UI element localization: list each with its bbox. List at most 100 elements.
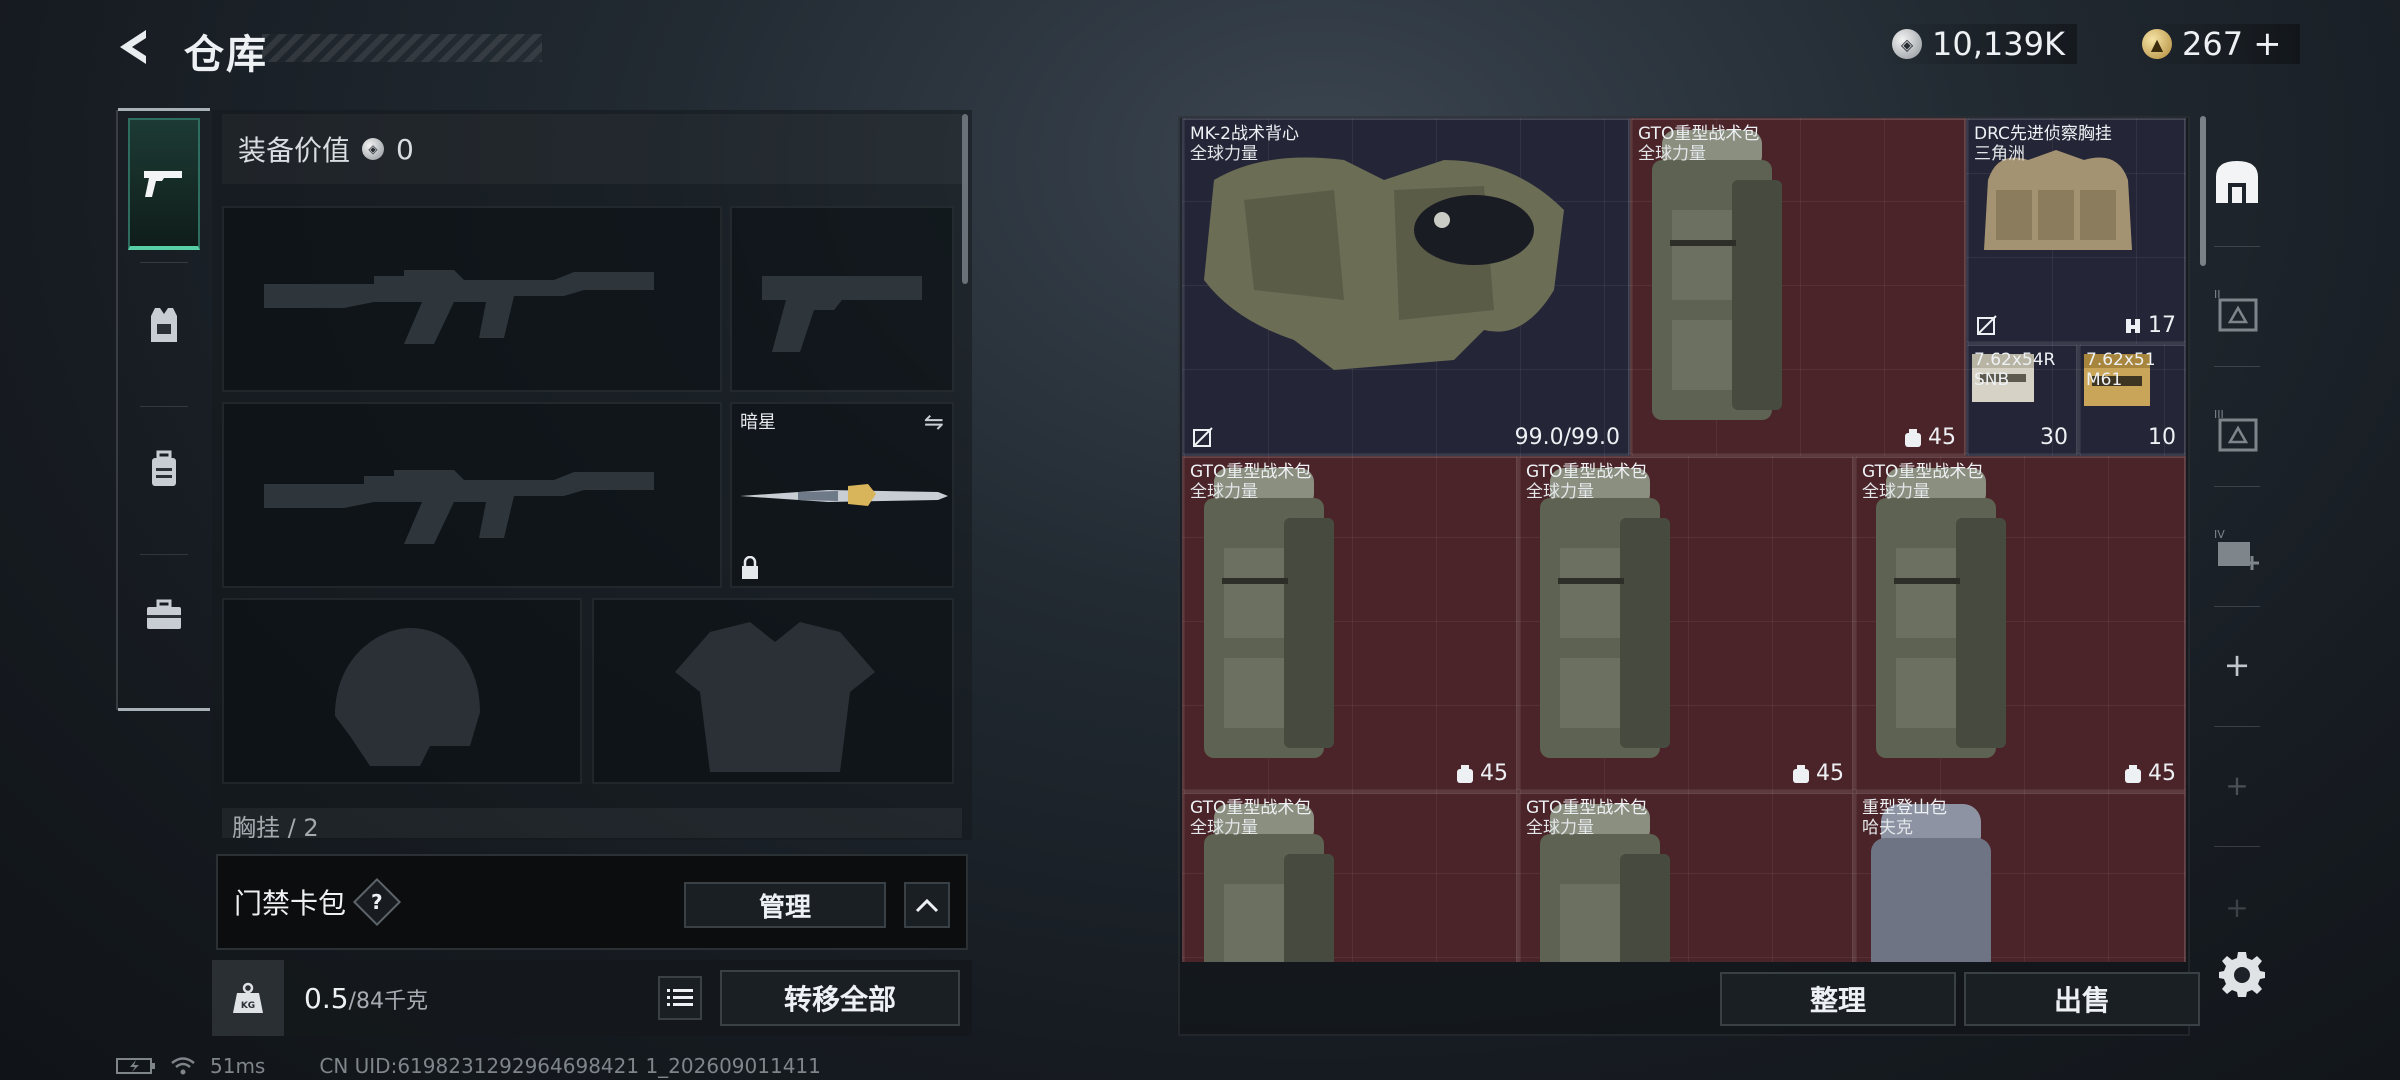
silver-coin-icon: ◈ <box>1892 29 1922 59</box>
chevron-up-icon <box>915 898 939 913</box>
weight-readout: 0.5/84千克 <box>304 982 428 1015</box>
latency-text: 51ms <box>210 1054 266 1078</box>
item-name: GTO重型战术包 <box>1526 462 1648 482</box>
item-name: GTO重型战术包 <box>1526 798 1648 818</box>
backpack-image <box>1876 468 2006 758</box>
back-arrow-icon[interactable] <box>112 24 158 70</box>
swap-icon[interactable]: ⇋ <box>924 408 944 436</box>
rifle-silhouette-icon <box>264 470 654 544</box>
no-trade-icon <box>1193 427 1213 447</box>
stash-tabs-rail: II III IV + + + <box>2200 116 2274 966</box>
item-name: DRC先进侦察胸挂 <box>1974 124 2112 144</box>
no-trade-icon <box>1977 315 1997 335</box>
secondary-weapon-slot[interactable] <box>222 402 722 588</box>
equipment-value-label: 装备价值 <box>238 134 351 167</box>
equipment-scrollbar[interactable] <box>962 114 968 284</box>
stash-grid: MK-2战术背心 全球力量 99.0/99.0 GTO重型战术包 全球力量 45 <box>1182 118 2186 962</box>
item-capacity: 45 <box>1904 425 1956 450</box>
stash-item[interactable]: 重型登山包 哈夫克 <box>1854 792 2186 962</box>
lock-icon <box>742 556 758 579</box>
melee-slot-label: 暗星 <box>740 412 776 433</box>
item-faction: 全球力量 <box>1638 144 1706 164</box>
silver-amount: 10,139K <box>1932 25 2065 63</box>
title-decoration <box>262 34 542 62</box>
category-weapons[interactable] <box>128 118 200 250</box>
item-faction: 全球力量 <box>1526 818 1594 838</box>
pistol-icon <box>144 171 182 197</box>
helmet-slot[interactable] <box>222 598 582 784</box>
armor-slot[interactable] <box>592 598 954 784</box>
stash-item[interactable]: GTO重型战术包 全球力量 45 <box>1518 456 1854 792</box>
item-faction: 全球力量 <box>1526 482 1594 502</box>
primary-weapon-slot[interactable] <box>222 206 722 392</box>
stash-item[interactable]: GTO重型战术包 全球力量 45 <box>1182 456 1518 792</box>
item-faction: 哈夫克 <box>1862 818 1913 838</box>
item-faction: 三角洲 <box>1974 144 2025 164</box>
weight-icon: KG <box>212 960 284 1036</box>
helmet-silhouette-icon <box>335 628 480 766</box>
keycard-label: 门禁卡包 <box>234 887 347 920</box>
status-bar: 51ms CN UID:6198231292964698421 1_202609… <box>116 1054 821 1078</box>
equipment-value-amount: 0 <box>396 132 414 166</box>
item-name: MK-2战术背心 <box>1190 124 1299 144</box>
category-backpack[interactable] <box>128 414 200 524</box>
melee-slot[interactable]: 暗星 ⇋ <box>730 402 954 588</box>
stash-item[interactable]: 7.62x54R SNB 30 <box>1966 344 2078 456</box>
svg-text:KG: KG <box>241 1001 255 1011</box>
add-container-icon: IV <box>2214 528 2259 570</box>
add-stash-button-disabled[interactable]: + <box>2200 730 2274 840</box>
stash-item[interactable]: 7.62x51 M61 10 <box>2078 344 2186 456</box>
item-faction: 全球力量 <box>1190 818 1258 838</box>
item-quantity: 30 <box>2040 425 2068 450</box>
add-stash-button[interactable]: + <box>2200 610 2274 720</box>
item-name: 7.62x54R SNB <box>1974 350 2056 390</box>
item-name: 7.62x51 M61 <box>2086 350 2156 390</box>
stash-tab-main[interactable] <box>2200 126 2274 236</box>
equipment-value: 装备价值 ◈ 0 <box>222 114 962 184</box>
item-capacity: 45 <box>1456 761 1508 786</box>
category-rail <box>116 108 210 711</box>
backpack-image <box>1540 468 1670 758</box>
item-quantity: 10 <box>2148 425 2176 450</box>
settings-gear-icon[interactable] <box>2218 950 2266 998</box>
stash-item[interactable]: MK-2战术背心 全球力量 99.0/99.0 <box>1182 118 1630 456</box>
stash-tab-3[interactable]: III <box>2200 374 2274 484</box>
item-capacity: 45 <box>2124 761 2176 786</box>
sell-button[interactable]: 出售 <box>1964 972 2200 1026</box>
category-case[interactable] <box>128 560 200 670</box>
stash-item[interactable]: GTO重型战术包 全球力量 45 <box>1854 456 2186 792</box>
locked-container-icon: II <box>2214 288 2258 332</box>
sort-button[interactable]: 整理 <box>1720 972 1956 1026</box>
weight-bar: KG 0.5/84千克 转移全部 <box>212 960 972 1036</box>
armor-vest-icon <box>151 308 177 342</box>
manage-button[interactable]: 管理 <box>684 882 886 928</box>
page-title: 仓库 <box>184 32 268 78</box>
category-armor[interactable] <box>128 270 200 380</box>
gold-add-icon[interactable]: + <box>2253 24 2282 64</box>
help-icon[interactable]: ? <box>352 877 402 927</box>
briefcase-icon <box>147 599 181 629</box>
transfer-all-button[interactable]: 转移全部 <box>720 970 960 1026</box>
capacity-icon <box>1793 764 1809 783</box>
item-name: 重型登山包 <box>1862 798 1947 818</box>
silver-currency: ◈ 10,139K <box>1880 24 2077 64</box>
warehouse-icon <box>2216 161 2258 203</box>
stash-item[interactable]: GTO重型战术包 全球力量 45 <box>1630 118 1966 456</box>
item-capacity: 17 <box>2124 313 2176 338</box>
gold-coin-icon: ▲ <box>2142 29 2172 59</box>
stash-item[interactable]: GTO重型战术包 全球力量 <box>1518 792 1854 962</box>
vest-silhouette-icon <box>675 622 875 772</box>
add-stash-button-disabled[interactable]: + <box>2200 852 2274 962</box>
item-name: GTO重型战术包 <box>1862 462 1984 482</box>
item-faction: 全球力量 <box>1190 144 1258 164</box>
collapse-button[interactable] <box>904 882 950 928</box>
stash-item[interactable]: DRC先进侦察胸挂 三角洲 17 <box>1966 118 2186 344</box>
sidearm-slot[interactable] <box>730 206 954 392</box>
item-capacity: 45 <box>1792 761 1844 786</box>
list-view-button[interactable] <box>658 976 702 1020</box>
stash-tab-2[interactable]: II <box>2200 254 2274 364</box>
item-name: GTO重型战术包 <box>1190 462 1312 482</box>
gold-currency[interactable]: ▲ 267 + <box>2130 24 2300 64</box>
stash-item[interactable]: GTO重型战术包 全球力量 <box>1182 792 1518 962</box>
stash-tab-4[interactable]: IV <box>2200 494 2274 604</box>
